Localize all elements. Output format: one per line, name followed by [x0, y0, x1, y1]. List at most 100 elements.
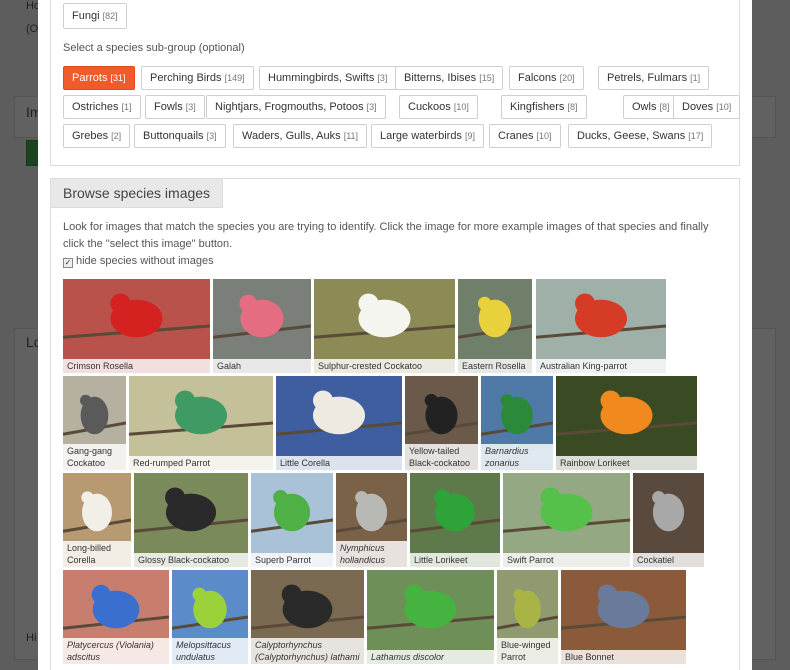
- button-count: [17]: [688, 131, 704, 141]
- subgroup-button-fowls[interactable]: Fowls [3]: [145, 95, 205, 119]
- species-tile-australian-king-parrot[interactable]: Australian King-parrot: [536, 279, 666, 373]
- subgroup-prompt: Select a species sub-group (optional): [63, 42, 245, 54]
- subgroup-button-large-waterbirds[interactable]: Large waterbirds [9]: [371, 124, 485, 148]
- button-count: [1]: [121, 102, 132, 112]
- subgroup-button-ducks-geese-swans[interactable]: Ducks, Geese, Swans [17]: [568, 124, 713, 148]
- button-label: Perching Birds: [150, 72, 225, 84]
- button-count: [3]: [206, 131, 217, 141]
- button-label: Doves: [682, 101, 717, 113]
- button-count: [149]: [224, 73, 245, 83]
- species-tile-rainbow-lorikeet[interactable]: Rainbow Lorikeet: [556, 376, 697, 470]
- species-tile-barnardius-zonarius[interactable]: Barnardius zonarius: [481, 376, 553, 470]
- subgroup-button-bitterns-ibises[interactable]: Bitterns, Ibises [15]: [395, 66, 504, 90]
- subgroup-button-owls[interactable]: Owls [8]: [623, 95, 679, 119]
- subgroup-button-waders-gulls-auks[interactable]: Waders, Gulls, Auks [11]: [233, 124, 368, 148]
- species-tile-little-lorikeet[interactable]: Little Lorikeet: [410, 473, 500, 567]
- button-label: Fungi: [72, 10, 100, 22]
- species-tile-little-corella[interactable]: Little Corella: [276, 376, 402, 470]
- button-label: Falcons: [518, 72, 560, 84]
- button-label: Parrots: [72, 72, 111, 84]
- button-count: [10]: [453, 102, 469, 112]
- species-caption: Nymphicus hollandicus: [336, 541, 407, 567]
- species-caption: Platycercus (Violania) adscitus: [63, 638, 169, 664]
- species-group-section: Fungi [82] Select a species sub-group (o…: [50, 0, 741, 166]
- species-tile-galah[interactable]: Galah: [213, 279, 311, 373]
- subgroup-button-petrels-fulmars[interactable]: Petrels, Fulmars [1]: [598, 66, 710, 90]
- species-tile-calyptorhynchus-calyptorhynchus-lathami[interactable]: Calyptorhynchus (Calyptorhynchus) latham…: [251, 570, 364, 664]
- species-caption: Lathamus discolor: [367, 650, 494, 664]
- button-count: [11]: [343, 131, 359, 141]
- species-caption: Galah: [213, 359, 311, 373]
- button-label: Waders, Gulls, Auks: [242, 130, 344, 142]
- species-caption: Crimson Rosella: [63, 359, 210, 373]
- button-label: Cranes: [498, 130, 537, 142]
- browse-section-title: Browse species images: [51, 179, 224, 208]
- species-tile-blue-bonnet[interactable]: Blue Bonnet: [561, 570, 686, 664]
- subgroup-button-parrots[interactable]: Parrots [31]: [63, 66, 135, 90]
- species-tile-sulphur-crested-cockatoo[interactable]: Sulphur-crested Cockatoo: [314, 279, 455, 373]
- button-label: Large waterbirds: [380, 130, 465, 142]
- browse-instructions: Look for images that match the species y…: [63, 221, 709, 250]
- browse-species-section: Browse species images Look for images th…: [50, 178, 740, 670]
- subgroup-button-doves[interactable]: Doves [10]: [673, 95, 741, 119]
- species-tile-superb-parrot[interactable]: Superb Parrot: [251, 473, 333, 567]
- subgroup-button-nightjars-frogmouths-potoos[interactable]: Nightjars, Frogmouths, Potoos [3]: [206, 95, 386, 119]
- button-label: Grebes: [72, 130, 112, 142]
- button-count: [10]: [716, 102, 732, 112]
- species-tile-eastern-rosella[interactable]: Eastern Rosella: [458, 279, 532, 373]
- species-caption: Superb Parrot: [251, 553, 333, 567]
- button-count: [9]: [465, 131, 476, 141]
- button-label: Nightjars, Frogmouths, Potoos: [215, 101, 367, 113]
- species-tile-glossy-black-cockatoo[interactable]: Glossy Black-cockatoo: [134, 473, 248, 567]
- button-label: Hummingbirds, Swifts: [268, 72, 378, 84]
- species-tile-crimson-rosella[interactable]: Crimson Rosella: [63, 279, 210, 373]
- species-caption: Little Lorikeet: [410, 553, 500, 567]
- button-label: Owls: [632, 101, 660, 113]
- species-caption: Eastern Rosella: [458, 359, 532, 373]
- species-tile-long-billed-corella[interactable]: Long-billed Corella: [63, 473, 131, 567]
- button-count: [1]: [690, 73, 701, 83]
- species-caption: Sulphur-crested Cockatoo: [314, 359, 455, 373]
- species-tile-gang-gang-cockatoo[interactable]: Gang-gang Cockatoo: [63, 376, 126, 470]
- button-label: Petrels, Fulmars: [607, 72, 691, 84]
- species-caption: Blue-winged Parrot: [497, 638, 558, 664]
- species-tile-lathamus-discolor[interactable]: Lathamus discolor: [367, 570, 494, 664]
- checkbox-icon[interactable]: ✓: [63, 258, 73, 268]
- species-caption: Little Corella: [276, 456, 402, 470]
- species-tile-cockatiel[interactable]: Cockatiel: [633, 473, 704, 567]
- species-caption: Calyptorhynchus (Calyptorhynchus) latham…: [251, 638, 364, 664]
- species-tile-blue-winged-parrot[interactable]: Blue-winged Parrot: [497, 570, 558, 664]
- subgroup-button-hummingbirds-swifts[interactable]: Hummingbirds, Swifts [3]: [259, 66, 397, 90]
- subgroup-button-kingfishers[interactable]: Kingfishers [8]: [501, 95, 587, 119]
- button-label: Kingfishers: [510, 101, 568, 113]
- subgroup-button-buttonquails[interactable]: Buttonquails [3]: [134, 124, 226, 148]
- button-count: [3]: [377, 73, 388, 83]
- species-caption: Glossy Black-cockatoo: [134, 553, 248, 567]
- button-count: [20]: [559, 73, 575, 83]
- subgroup-button-grebes[interactable]: Grebes [2]: [63, 124, 131, 148]
- subgroup-button-cuckoos[interactable]: Cuckoos [10]: [399, 95, 478, 119]
- kingdom-button-fungi[interactable]: Fungi [82]: [63, 3, 127, 29]
- species-caption: Red-rumped Parrot: [129, 456, 273, 470]
- button-label: Ducks, Geese, Swans: [577, 130, 689, 142]
- button-label: Cuckoos: [408, 101, 454, 113]
- hide-species-toggle[interactable]: ✓ hide species without images: [63, 255, 214, 268]
- subgroup-button-perching-birds[interactable]: Perching Birds [149]: [141, 66, 254, 90]
- subgroup-button-falcons[interactable]: Falcons [20]: [509, 66, 584, 90]
- species-caption: Yellow-tailed Black-cockatoo: [405, 444, 478, 470]
- species-tile-melopsittacus-undulatus[interactable]: Melopsittacus undulatus: [172, 570, 248, 664]
- button-count: [8]: [567, 102, 578, 112]
- button-label: Fowls: [154, 101, 186, 113]
- species-tile-nymphicus-hollandicus[interactable]: Nymphicus hollandicus: [336, 473, 407, 567]
- species-caption: Rainbow Lorikeet: [556, 456, 697, 470]
- species-tile-yellow-tailed-black-cockatoo[interactable]: Yellow-tailed Black-cockatoo: [405, 376, 478, 470]
- hide-species-label: hide species without images: [76, 255, 214, 267]
- button-count: [8]: [659, 102, 670, 112]
- species-tile-red-rumped-parrot[interactable]: Red-rumped Parrot: [129, 376, 273, 470]
- button-label: Ostriches: [72, 101, 122, 113]
- species-caption: Swift Parrot: [503, 553, 630, 567]
- species-tile-platycercus-violania-adscitus[interactable]: Platycercus (Violania) adscitus: [63, 570, 169, 664]
- subgroup-button-ostriches[interactable]: Ostriches [1]: [63, 95, 141, 119]
- species-tile-swift-parrot[interactable]: Swift Parrot: [503, 473, 630, 567]
- subgroup-button-cranes[interactable]: Cranes [10]: [489, 124, 561, 148]
